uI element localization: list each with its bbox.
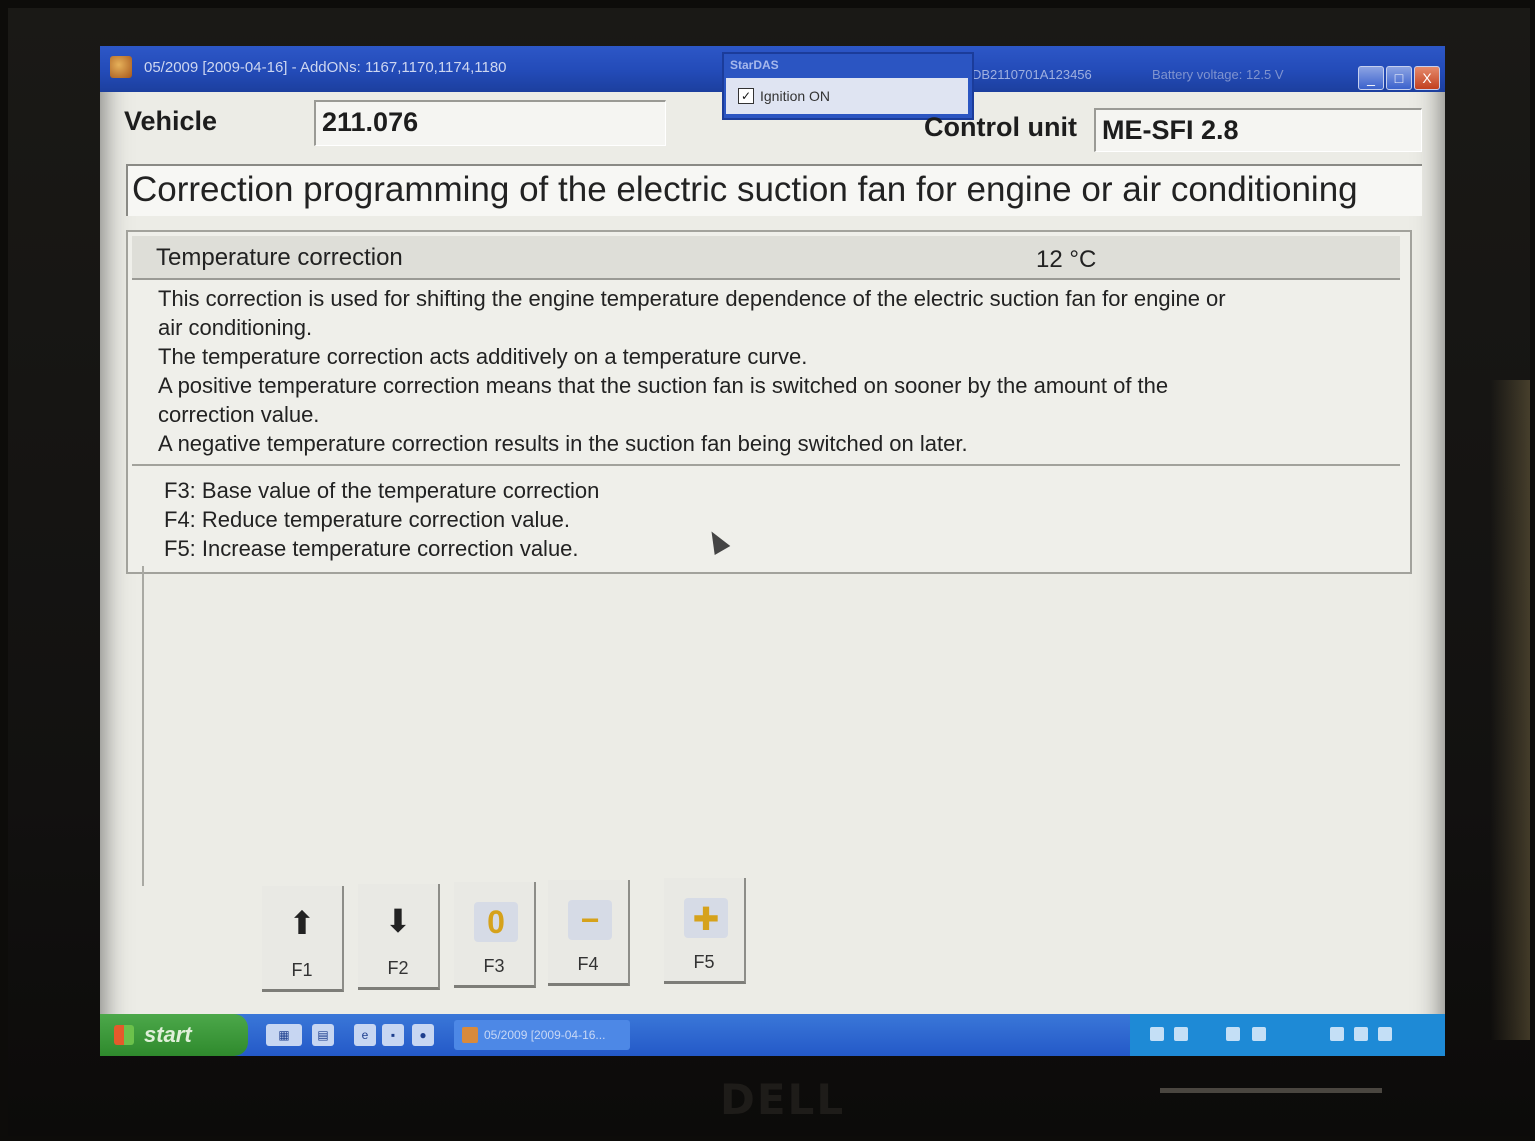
divider (132, 464, 1400, 466)
hint-line: F3: Base value of the temperature correc… (164, 478, 600, 503)
keyboard-icon[interactable]: ▦ (266, 1024, 302, 1046)
description-line: This correction is used for shifting the… (158, 286, 1226, 311)
tray-language-icon[interactable] (1226, 1027, 1240, 1041)
hint-line: F5: Increase temperature correction valu… (164, 536, 579, 561)
close-button[interactable]: X (1414, 66, 1440, 90)
app-icon (110, 56, 132, 78)
photo-glare (1490, 380, 1530, 1040)
parameter-value: 12 °C (1036, 246, 1097, 273)
screen: 05/2009 [2009-04-16] - AddONs: 1167,1170… (100, 46, 1445, 1056)
maximize-button[interactable]: □ (1386, 66, 1412, 90)
window-title: 05/2009 [2009-04-16] - AddONs: 1167,1170… (144, 59, 507, 76)
tray-help-icon[interactable] (1174, 1027, 1188, 1041)
minus-icon: − (580, 902, 600, 938)
start-button[interactable]: start (100, 1014, 248, 1056)
f2-button[interactable]: ⬇ F2 (358, 884, 440, 990)
description-line: A negative temperature correction result… (158, 431, 968, 456)
page-title: Correction programming of the electric s… (126, 164, 1422, 216)
desktop-icon[interactable]: ▪ (382, 1024, 404, 1046)
tray-power-icon[interactable] (1354, 1027, 1368, 1041)
vehicle-label: Vehicle (124, 106, 218, 136)
f4-button[interactable]: − F4 (548, 880, 630, 986)
taskbar-app-button[interactable]: 05/2009 [2009-04-16... (454, 1020, 630, 1050)
description-line: The temperature correction acts additive… (158, 344, 808, 369)
app-task-icon (462, 1027, 478, 1043)
parameter-row[interactable]: Temperature correction 12 °C (132, 236, 1400, 280)
reset-zero-icon: 0 (487, 904, 505, 940)
minimize-button[interactable]: _ (1358, 66, 1384, 90)
vin-readout: DB2110701A123456 (972, 67, 1092, 82)
start-label: start (144, 1022, 192, 1047)
f5-icon-tile: ✚ (684, 898, 728, 938)
description-line: A positive temperature correction means … (158, 373, 1169, 398)
windows-flag-icon (114, 1025, 134, 1045)
f3-icon-tile: 0 (474, 902, 518, 942)
plus-icon: ✚ (692, 901, 720, 937)
scroll-track (142, 566, 144, 886)
popup-title: StarDAS (730, 58, 779, 72)
f2-label: F2 (387, 958, 409, 978)
parameter-name: Temperature correction (156, 244, 403, 271)
description-line: air conditioning. (158, 315, 313, 340)
arrow-up-icon: ⬆ (288, 905, 316, 941)
f1-button[interactable]: ⬆ F1 (262, 886, 344, 992)
browser-icon[interactable]: e (354, 1024, 376, 1046)
f5-label: F5 (693, 952, 715, 972)
f4-icon-tile: − (568, 900, 612, 940)
media-icon[interactable]: ● (412, 1024, 434, 1046)
parameter-panel: Temperature correction 12 °C This correc… (126, 230, 1412, 574)
f3-button[interactable]: 0 F3 (454, 882, 536, 988)
f3-label: F3 (483, 956, 505, 976)
tray-clock-icon[interactable] (1378, 1027, 1392, 1041)
description-text: This correction is used for shifting the… (158, 284, 1388, 458)
f5-button[interactable]: ✚ F5 (664, 878, 746, 984)
battery-voltage: Battery voltage: 12.5 V (1152, 67, 1284, 82)
taskbar: start ▦ ▤ e ▪ ● 05/2009 [2009-04-16... (100, 1014, 1445, 1056)
hint-line: F4: Reduce temperature correction value. (164, 507, 570, 532)
tray-security-icon[interactable] (1330, 1027, 1344, 1041)
dell-logo: DELL (720, 1075, 846, 1124)
system-tray (1130, 1014, 1445, 1056)
arrow-down-icon: ⬇ (384, 903, 412, 939)
description-line: correction value. (158, 402, 320, 427)
task-label: 05/2009 [2009-04-16... (484, 1028, 606, 1042)
control-unit-field: ME-SFI 2.8 (1094, 108, 1422, 152)
laptop-edge (1160, 1088, 1382, 1093)
tray-volume-icon[interactable] (1252, 1027, 1266, 1041)
vehicle-field: 211.076 (314, 100, 666, 146)
ignition-checkbox[interactable]: ✓ (738, 88, 754, 104)
ignition-label: Ignition ON (760, 88, 831, 104)
stardas-popup: StarDAS ✓ Ignition ON (722, 52, 974, 120)
tray-network-icon[interactable] (1150, 1027, 1164, 1041)
function-key-hints: F3: Base value of the temperature correc… (164, 476, 599, 563)
f1-label: F1 (291, 960, 313, 980)
f4-label: F4 (577, 954, 599, 974)
control-unit-label: Control unit (924, 112, 1077, 142)
grid-icon[interactable]: ▤ (312, 1024, 334, 1046)
